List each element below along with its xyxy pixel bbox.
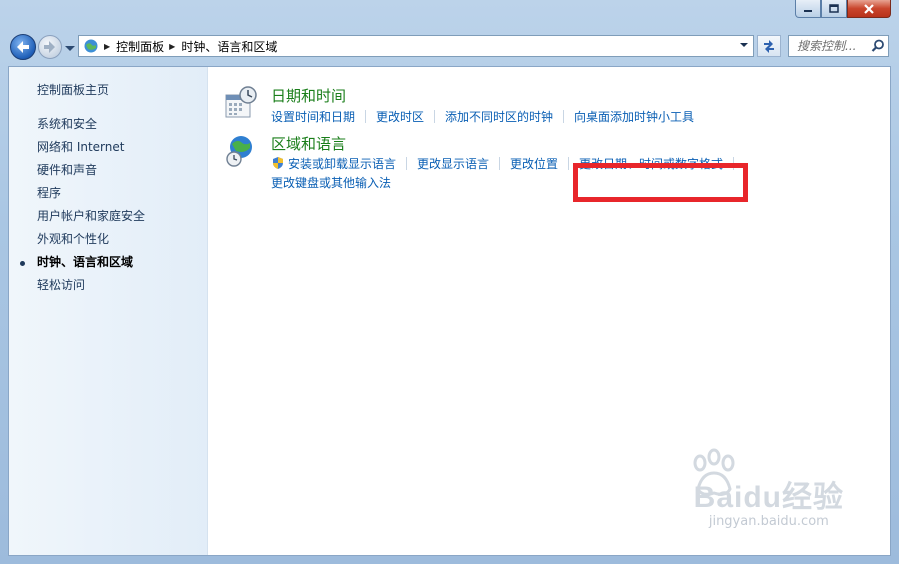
category-title-date-time[interactable]: 日期和时间 (271, 85, 346, 106)
search-box[interactable] (788, 35, 889, 57)
sidebar-control-panel-home[interactable]: 控制面板主页 (37, 81, 109, 98)
navigation-bar: ▶ 控制面板 ▶ 时钟、语言和区域 (0, 30, 899, 62)
sidebar: 控制面板主页 系统和安全 网络和 Internet 硬件和声音 程序 用户帐户和… (9, 67, 208, 555)
link-change-location[interactable]: 更改位置 (510, 155, 558, 172)
refresh-button[interactable] (757, 35, 781, 57)
sidebar-item-system-security[interactable]: 系统和安全 (9, 113, 208, 136)
sidebar-item-label: 程序 (37, 186, 62, 200)
maximize-button[interactable] (821, 0, 847, 18)
back-arrow-icon (17, 41, 29, 53)
link-set-time-date[interactable]: 设置时间和日期 (271, 108, 355, 125)
link-separator (406, 157, 408, 170)
link-change-time-zone[interactable]: 更改时区 (376, 108, 424, 125)
watermark-url: jingyan.baidu.com (708, 514, 829, 529)
search-input[interactable] (795, 38, 871, 54)
control-panel-icon (84, 39, 98, 53)
link-separator (499, 157, 501, 170)
main-panel: 日期和时间 设置时间和日期 更改时区 添加不同时区的时钟 向桌面添加时钟小工具 (223, 81, 890, 191)
date-time-links: 设置时间和日期 更改时区 添加不同时区的时钟 向桌面添加时钟小工具 (271, 108, 694, 125)
explorer-window: ▶ 控制面板 ▶ 时钟、语言和区域 控制面板主页 系统和安全 网络和 Inter… (0, 0, 899, 564)
breadcrumb-separator-icon[interactable]: ▶ (169, 42, 175, 51)
breadcrumb-clock-language-region[interactable]: 时钟、语言和区域 (181, 38, 277, 55)
forward-arrow-icon (44, 41, 55, 53)
caption-buttons (795, 0, 891, 20)
address-dropdown-chevron-down-icon[interactable] (739, 41, 749, 49)
region-language-links-row2: 更改键盘或其他输入法 (271, 174, 391, 191)
sidebar-item-programs[interactable]: 程序 (9, 182, 208, 205)
forward-button[interactable] (38, 35, 62, 59)
category-title-region-language[interactable]: 区域和语言 (271, 133, 346, 154)
calendar-clock-icon[interactable] (223, 85, 259, 121)
sidebar-item-appearance[interactable]: 外观和个性化 (9, 228, 208, 251)
globe-clock-icon[interactable] (223, 133, 259, 169)
link-separator (563, 110, 565, 123)
watermark-brand: Baidu经验 (693, 481, 844, 514)
minimize-button[interactable] (795, 0, 821, 18)
sidebar-item-clock-language-region[interactable]: 时钟、语言和区域 (9, 251, 208, 274)
link-separator (568, 157, 570, 170)
link-add-clock-gadget[interactable]: 向桌面添加时钟小工具 (574, 108, 694, 125)
link-change-keyboard-input[interactable]: 更改键盘或其他输入法 (271, 174, 391, 191)
back-button[interactable] (10, 34, 36, 60)
category-region-language: 区域和语言 安装或卸载显示语言 更改显示语言 更改位置 更改日期、时间或数字格式… (223, 129, 890, 191)
link-label: 安装或卸载显示语言 (288, 157, 397, 171)
sidebar-item-ease-of-access[interactable]: 轻松访问 (9, 274, 208, 297)
sidebar-item-label: 时钟、语言和区域 (37, 255, 134, 269)
highlight-annotation-box (573, 163, 748, 202)
uac-shield-icon (273, 157, 283, 169)
close-button[interactable] (847, 0, 891, 18)
sidebar-item-label: 用户帐户和家庭安全 (37, 209, 146, 223)
link-change-display-language[interactable]: 更改显示语言 (417, 155, 489, 172)
link-install-display-language[interactable]: 安装或卸载显示语言 (271, 155, 396, 172)
sidebar-item-label: 硬件和声音 (37, 163, 98, 177)
sidebar-item-label: 系统和安全 (37, 117, 98, 131)
content-area: 控制面板主页 系统和安全 网络和 Internet 硬件和声音 程序 用户帐户和… (8, 66, 891, 556)
category-date-time: 日期和时间 设置时间和日期 更改时区 添加不同时区的时钟 向桌面添加时钟小工具 (223, 81, 890, 129)
link-separator (365, 110, 367, 123)
sidebar-item-network-internet[interactable]: 网络和 Internet (9, 136, 208, 159)
link-separator (434, 110, 436, 123)
refresh-icon (764, 40, 774, 53)
recent-pages-chevron-down-icon[interactable] (64, 43, 76, 53)
sidebar-item-label: 外观和个性化 (37, 232, 110, 246)
breadcrumb-control-panel[interactable]: 控制面板 (116, 38, 164, 55)
active-bullet-icon (20, 261, 25, 266)
breadcrumb-separator-icon[interactable]: ▶ (104, 42, 110, 51)
search-icon[interactable] (871, 39, 885, 53)
address-bar[interactable]: ▶ 控制面板 ▶ 时钟、语言和区域 (78, 35, 754, 57)
sidebar-item-label: 轻松访问 (37, 278, 86, 292)
sidebar-category-list: 系统和安全 网络和 Internet 硬件和声音 程序 用户帐户和家庭安全 外观… (9, 113, 208, 297)
baidu-watermark: Baidu经验 jingyan.baidu.com (694, 472, 844, 529)
sidebar-item-user-accounts[interactable]: 用户帐户和家庭安全 (9, 205, 208, 228)
sidebar-item-label: 网络和 Internet (37, 140, 125, 154)
sidebar-item-hardware-sound[interactable]: 硬件和声音 (9, 159, 208, 182)
link-add-clocks-other-zones[interactable]: 添加不同时区的时钟 (445, 108, 553, 125)
